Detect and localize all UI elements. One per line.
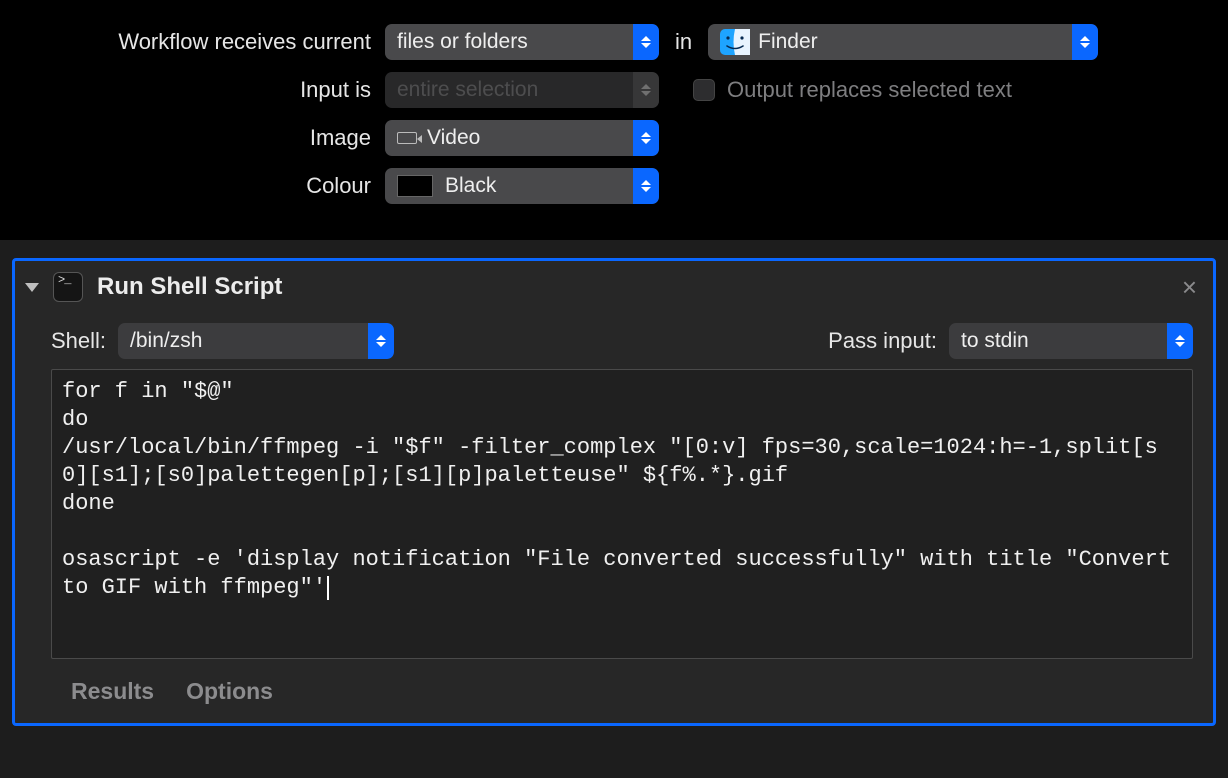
output-replaces-label: Output replaces selected text	[727, 77, 1012, 103]
stepper-icon	[633, 24, 659, 60]
video-icon	[397, 132, 417, 144]
script-content: for f in "$@" do /usr/local/bin/ffmpeg -…	[62, 379, 1184, 600]
close-icon[interactable]: ×	[1182, 274, 1197, 300]
receives-select[interactable]: files or folders	[385, 24, 659, 60]
action-body: Shell: /bin/zsh Pass input: to stdin for…	[15, 313, 1213, 659]
colour-value: Black	[445, 174, 633, 198]
receives-value: files or folders	[397, 30, 633, 54]
app-select[interactable]: Finder	[708, 24, 1098, 60]
input-is-value: entire selection	[397, 78, 633, 102]
settings-row-receives: Workflow receives current files or folde…	[0, 18, 1228, 66]
action-title: Run Shell Script	[97, 273, 1182, 301]
shell-label: Shell:	[51, 328, 106, 354]
in-label: in	[659, 29, 708, 55]
results-tab[interactable]: Results	[71, 678, 154, 705]
shell-value: /bin/zsh	[130, 329, 368, 353]
stepper-icon	[633, 120, 659, 156]
stepper-icon	[633, 72, 659, 108]
stepper-icon	[1072, 24, 1098, 60]
settings-row-input-is: Input is entire selection Output replace…	[0, 66, 1228, 114]
script-textarea[interactable]: for f in "$@" do /usr/local/bin/ffmpeg -…	[51, 369, 1193, 659]
settings-row-image: Image Video	[0, 114, 1228, 162]
text-cursor	[327, 576, 329, 600]
image-select[interactable]: Video	[385, 120, 659, 156]
run-shell-script-action[interactable]: Run Shell Script × Shell: /bin/zsh Pass …	[12, 258, 1216, 726]
shell-select[interactable]: /bin/zsh	[118, 323, 394, 359]
receives-label: Workflow receives current	[0, 29, 385, 55]
action-footer: Results Options	[15, 659, 1213, 723]
pass-input-select[interactable]: to stdin	[949, 323, 1193, 359]
image-value: Video	[427, 126, 633, 150]
settings-row-colour: Colour Black	[0, 162, 1228, 210]
action-header[interactable]: Run Shell Script ×	[15, 261, 1213, 313]
terminal-icon	[53, 272, 83, 302]
action-config-row: Shell: /bin/zsh Pass input: to stdin	[51, 313, 1193, 369]
output-replaces-checkbox	[693, 79, 715, 101]
input-is-label: Input is	[0, 77, 385, 103]
workflow-settings-panel: Workflow receives current files or folde…	[0, 0, 1228, 240]
workflow-canvas: Run Shell Script × Shell: /bin/zsh Pass …	[0, 240, 1228, 778]
stepper-icon	[633, 168, 659, 204]
app-value: Finder	[758, 30, 1072, 54]
colour-select[interactable]: Black	[385, 168, 659, 204]
disclosure-triangle-icon[interactable]	[25, 283, 39, 292]
image-label: Image	[0, 125, 385, 151]
stepper-icon	[1167, 323, 1193, 359]
colour-swatch	[397, 175, 433, 197]
input-is-select: entire selection	[385, 72, 659, 108]
finder-icon	[720, 29, 750, 55]
colour-label: Colour	[0, 173, 385, 199]
pass-input-label: Pass input:	[828, 328, 937, 354]
pass-input-value: to stdin	[961, 329, 1167, 353]
stepper-icon	[368, 323, 394, 359]
options-tab[interactable]: Options	[186, 678, 273, 705]
